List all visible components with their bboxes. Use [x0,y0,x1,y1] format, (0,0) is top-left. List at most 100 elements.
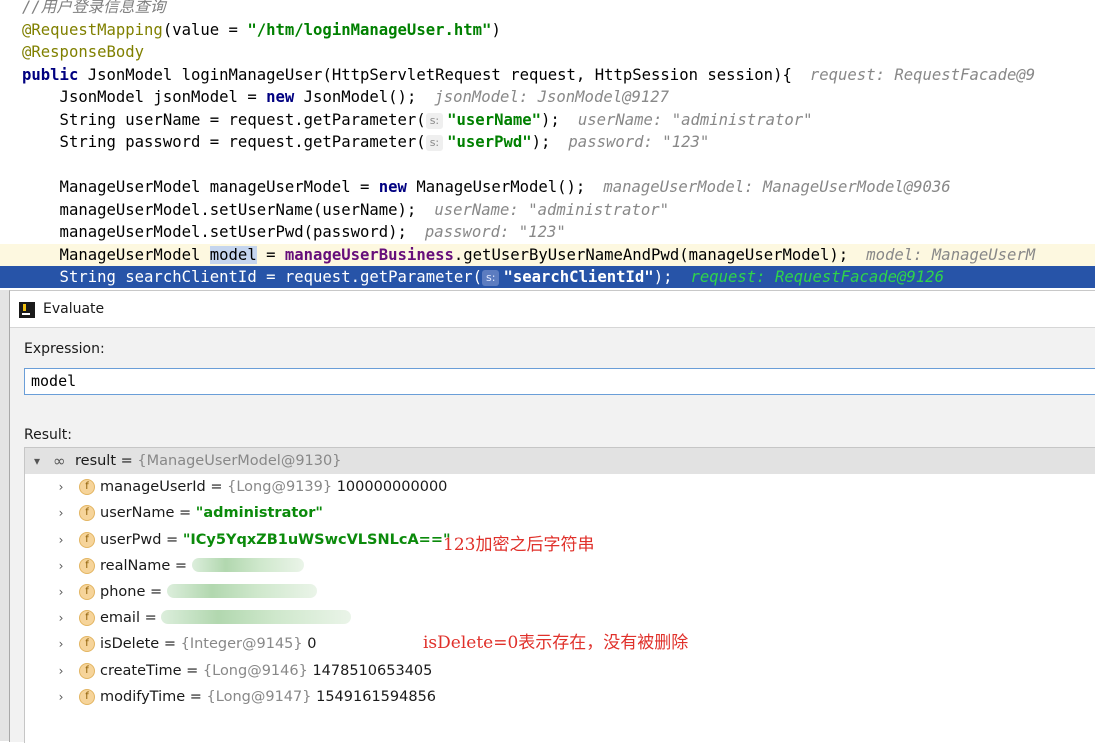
code-line-execution-point[interactable]: String searchClientId = request.getParam… [0,266,1095,288]
dialog-titlebar[interactable]: Evaluate [10,291,1095,328]
field-name: realName [100,558,171,574]
code-text: manageUserModel.setUserName(userName); [22,201,417,219]
code-text: String password = request.getParameter( [22,133,426,151]
code-line[interactable]: //用户登录信息查询 [0,0,1095,18]
chevron-right-icon[interactable]: › [54,553,68,579]
field-icon: f [79,689,95,705]
code-line-current[interactable]: ManageUserModel model = manageUserBusine… [0,244,1095,266]
field-icon: f [79,584,95,600]
field-icon: f [79,636,95,652]
chevron-right-icon[interactable]: › [54,605,68,631]
inline-debug-hint: request: RequestFacade@9 [809,66,1036,84]
string-literal: "userPwd" [447,133,532,151]
code-line[interactable]: manageUserModel.setUserName(userName); us… [0,199,1095,221]
code-text: ); [541,111,560,129]
code-text: ManageUserModel [22,246,210,264]
field-value: 1549161594856 [316,689,437,705]
code-text: manageUserModel.setUserPwd(password); [22,223,407,241]
annotation: @RequestMapping [22,21,163,39]
tree-field-row[interactable]: › f manageUserId = {Long@9139} 100000000… [25,474,1095,500]
field-name: modifyTime [100,689,186,705]
inline-debug-hint: password: "123" [568,133,710,151]
field-name: manageUserId [100,479,206,495]
equals-sign: = [140,610,162,626]
parameter-hint-badge: s: [425,113,444,129]
dialog-title: Evaluate [43,301,105,317]
field-value: "administrator" [195,505,323,521]
chevron-right-icon[interactable]: › [54,579,68,605]
root-name: result [75,453,117,469]
inline-debug-hint: jsonModel: JsonModel@9127 [434,88,670,106]
tree-field-row[interactable]: › f modifyTime = {Long@9147} 15491615948… [25,684,1095,710]
chevron-right-icon[interactable]: › [54,658,68,684]
field-value: 100000000000 [336,479,448,495]
object-ref: {Long@9139} [227,479,333,495]
parameter-hint-badge: s: [482,270,500,286]
result-label: Result: [24,427,72,443]
field-value: 1478510653405 [312,663,433,679]
code-text: = [256,246,285,264]
code-editor[interactable]: //用户登录信息查询 @RequestMapping(value = "/htm… [0,0,1095,290]
code-line[interactable]: ManageUserModel manageUserModel = new Ma… [0,176,1095,198]
code-line[interactable]: JsonModel jsonModel = new JsonModel(); js… [0,86,1095,108]
parameter-hint-badge: s: [425,135,444,151]
code-text: .getUserByUserNameAndPwd(manageUserModel… [453,246,849,264]
inline-debug-hint: userName: "administrator" [434,201,670,219]
code-text: JsonModel jsonModel = [22,88,267,106]
tree-root-row[interactable]: ▾ ∞ result = {ManageUserModel@9130} [25,448,1095,474]
inline-debug-hint: userName: "administrator" [577,111,813,129]
field-name: userName [100,505,175,521]
equals-sign: = [145,584,167,600]
inline-debug-hint: request: RequestFacade@9126 [690,268,944,286]
field-name: email [100,610,140,626]
code-line[interactable]: @ResponseBody [0,41,1095,63]
tree-field-row[interactable]: › f createTime = {Long@9146} 14785106534… [25,658,1095,684]
chevron-right-icon[interactable]: › [54,500,68,526]
intellij-app-icon [19,302,35,318]
expression-input[interactable]: model [24,368,1095,395]
equals-sign: = [170,558,192,574]
code-text: (value = [162,21,248,39]
string-literal: "userName" [447,111,542,129]
code-line[interactable]: manageUserModel.setUserPwd(password); pas… [0,221,1095,243]
code-text: ); [653,268,673,286]
field-icon: f [79,505,95,521]
code-line[interactable]: String password = request.getParameter(s… [0,131,1095,153]
evaluate-dialog: Evaluate Expression: model Result: ▾ ∞ r… [9,290,1095,743]
annotation: @ResponseBody [22,43,145,61]
selected-variable[interactable]: model [209,246,257,264]
chevron-right-icon[interactable]: › [54,527,68,553]
field-icon: f [79,479,95,495]
code-text: String userName = request.getParameter( [22,111,426,129]
tree-field-row[interactable]: › f realName = [25,553,1095,579]
code-line[interactable]: String userName = request.getParameter(s… [0,109,1095,131]
object-ref: {Long@9146} [202,663,308,679]
chevron-down-icon[interactable]: ▾ [30,448,44,474]
field-value: "ICy5YqxZB1uWSwcVLSNLcA==" [182,532,451,548]
field-icon: f [79,663,95,679]
tree-field-row[interactable]: › f userName = "administrator" [25,500,1095,526]
code-text: JsonModel loginManageUser(HttpServletReq… [78,66,792,84]
code-comment: //用户登录信息查询 [22,0,166,16]
chevron-right-icon[interactable]: › [54,631,68,657]
code-text: ) [491,21,501,39]
expression-label: Expression: [24,341,105,357]
code-line[interactable]: public JsonModel loginManageUser(HttpSer… [0,64,1095,86]
tree-field-row[interactable]: › f phone = [25,579,1095,605]
chevron-right-icon[interactable]: › [54,684,68,710]
code-line[interactable]: @RequestMapping(value = "/htm/loginManag… [0,19,1095,41]
watch-result-icon: ∞ [53,452,66,470]
is-delete-note: isDelete=0表示存在，没有被删除 [423,633,689,653]
object-ref: {Integer@9145} [180,636,303,652]
field-name: isDelete [100,636,160,652]
field-reference: manageUserBusiness [284,246,454,264]
keyword: new [266,88,295,106]
result-tree[interactable]: ▾ ∞ result = {ManageUserModel@9130} › f … [24,447,1095,743]
background-ide-strip [0,290,9,741]
string-literal: "/htm/loginManageUser.htm" [247,21,492,39]
field-name: createTime [100,663,182,679]
chevron-right-icon[interactable]: › [54,474,68,500]
redacted-value [166,584,317,598]
password-encrypted-note: 123加密之后字符串 [443,535,595,555]
inline-debug-hint: password: "123" [424,223,566,241]
